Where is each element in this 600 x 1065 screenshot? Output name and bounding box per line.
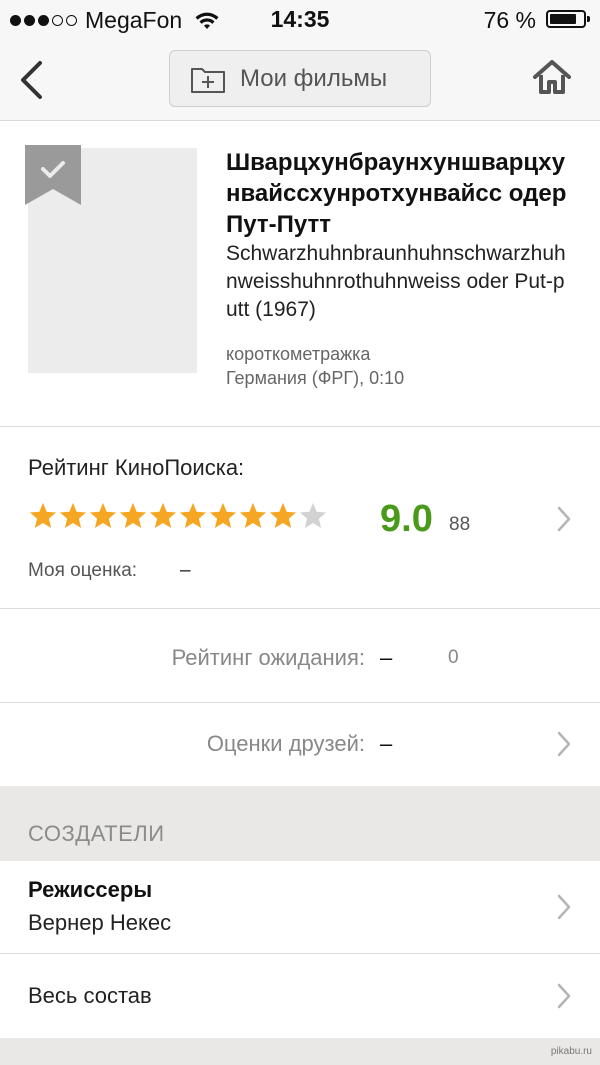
battery-percent: 76 % <box>483 7 536 33</box>
film-original-title: Schwarzhuhnbraunhuhnschwarzhuhnweisshuhn… <box>226 242 566 321</box>
chevron-right-icon <box>557 506 571 532</box>
creators-section-header: СОЗДАТЕЛИ <box>0 786 600 861</box>
film-title: Шварцхунбраунхуншварцхунвайссхунротхунва… <box>226 149 567 238</box>
rating-votes: 88 <box>449 514 471 535</box>
friends-ratings-value: – <box>380 731 393 756</box>
my-films-label: Мои фильмы <box>240 64 388 92</box>
star-filled-icon <box>269 502 297 528</box>
home-icon[interactable] <box>532 58 572 96</box>
chevron-right-icon <box>557 983 571 1009</box>
my-films-button[interactable]: Мои фильмы <box>169 50 431 107</box>
star-filled-icon <box>59 502 87 528</box>
bottom-section-band <box>0 1038 600 1065</box>
expectation-rating-label: Рейтинг ожидания: <box>171 645 365 670</box>
watermark: pikabu.ru <box>550 1046 592 1057</box>
film-genre: короткометражка <box>226 344 371 364</box>
expectation-rating-value[interactable]: – <box>380 645 392 671</box>
star-filled-icon <box>239 502 267 528</box>
friends-ratings-label: Оценки друзей: <box>206 731 365 756</box>
my-rating-label: Моя оценка: <box>28 560 138 581</box>
rating-stars <box>28 501 328 531</box>
star-filled-icon <box>89 502 117 528</box>
battery-icon <box>546 10 590 28</box>
star-filled-icon <box>29 502 57 528</box>
rating-value: 9.0 <box>380 498 433 540</box>
back-chevron-icon[interactable] <box>18 60 44 100</box>
film-country-duration: Германия (ФРГ), 0:10 <box>226 368 405 388</box>
director-name: Вернер Некес <box>28 910 172 935</box>
chevron-right-icon <box>557 894 571 920</box>
star-filled-icon <box>119 502 147 528</box>
divider <box>0 608 600 609</box>
star-filled-icon <box>149 502 177 528</box>
directors-row[interactable] <box>0 861 600 953</box>
star-filled-icon <box>209 502 237 528</box>
my-rating-value[interactable]: – <box>180 560 191 582</box>
folder-add-icon <box>191 67 225 93</box>
bookmark-check-icon[interactable] <box>25 145 81 207</box>
star-empty-icon <box>299 502 327 528</box>
status-bar: MegaFon 14:35 76 % <box>0 0 600 40</box>
full-cast-label: Весь состав <box>28 983 152 1008</box>
rating-label: Рейтинг КиноПоиска: <box>28 455 245 480</box>
expectation-rating-count: 0 <box>448 647 459 668</box>
chevron-right-icon <box>557 731 571 757</box>
section-title: СОЗДАТЕЛИ <box>28 821 165 846</box>
star-filled-icon <box>179 502 207 528</box>
directors-label: Режиссеры <box>28 877 153 902</box>
